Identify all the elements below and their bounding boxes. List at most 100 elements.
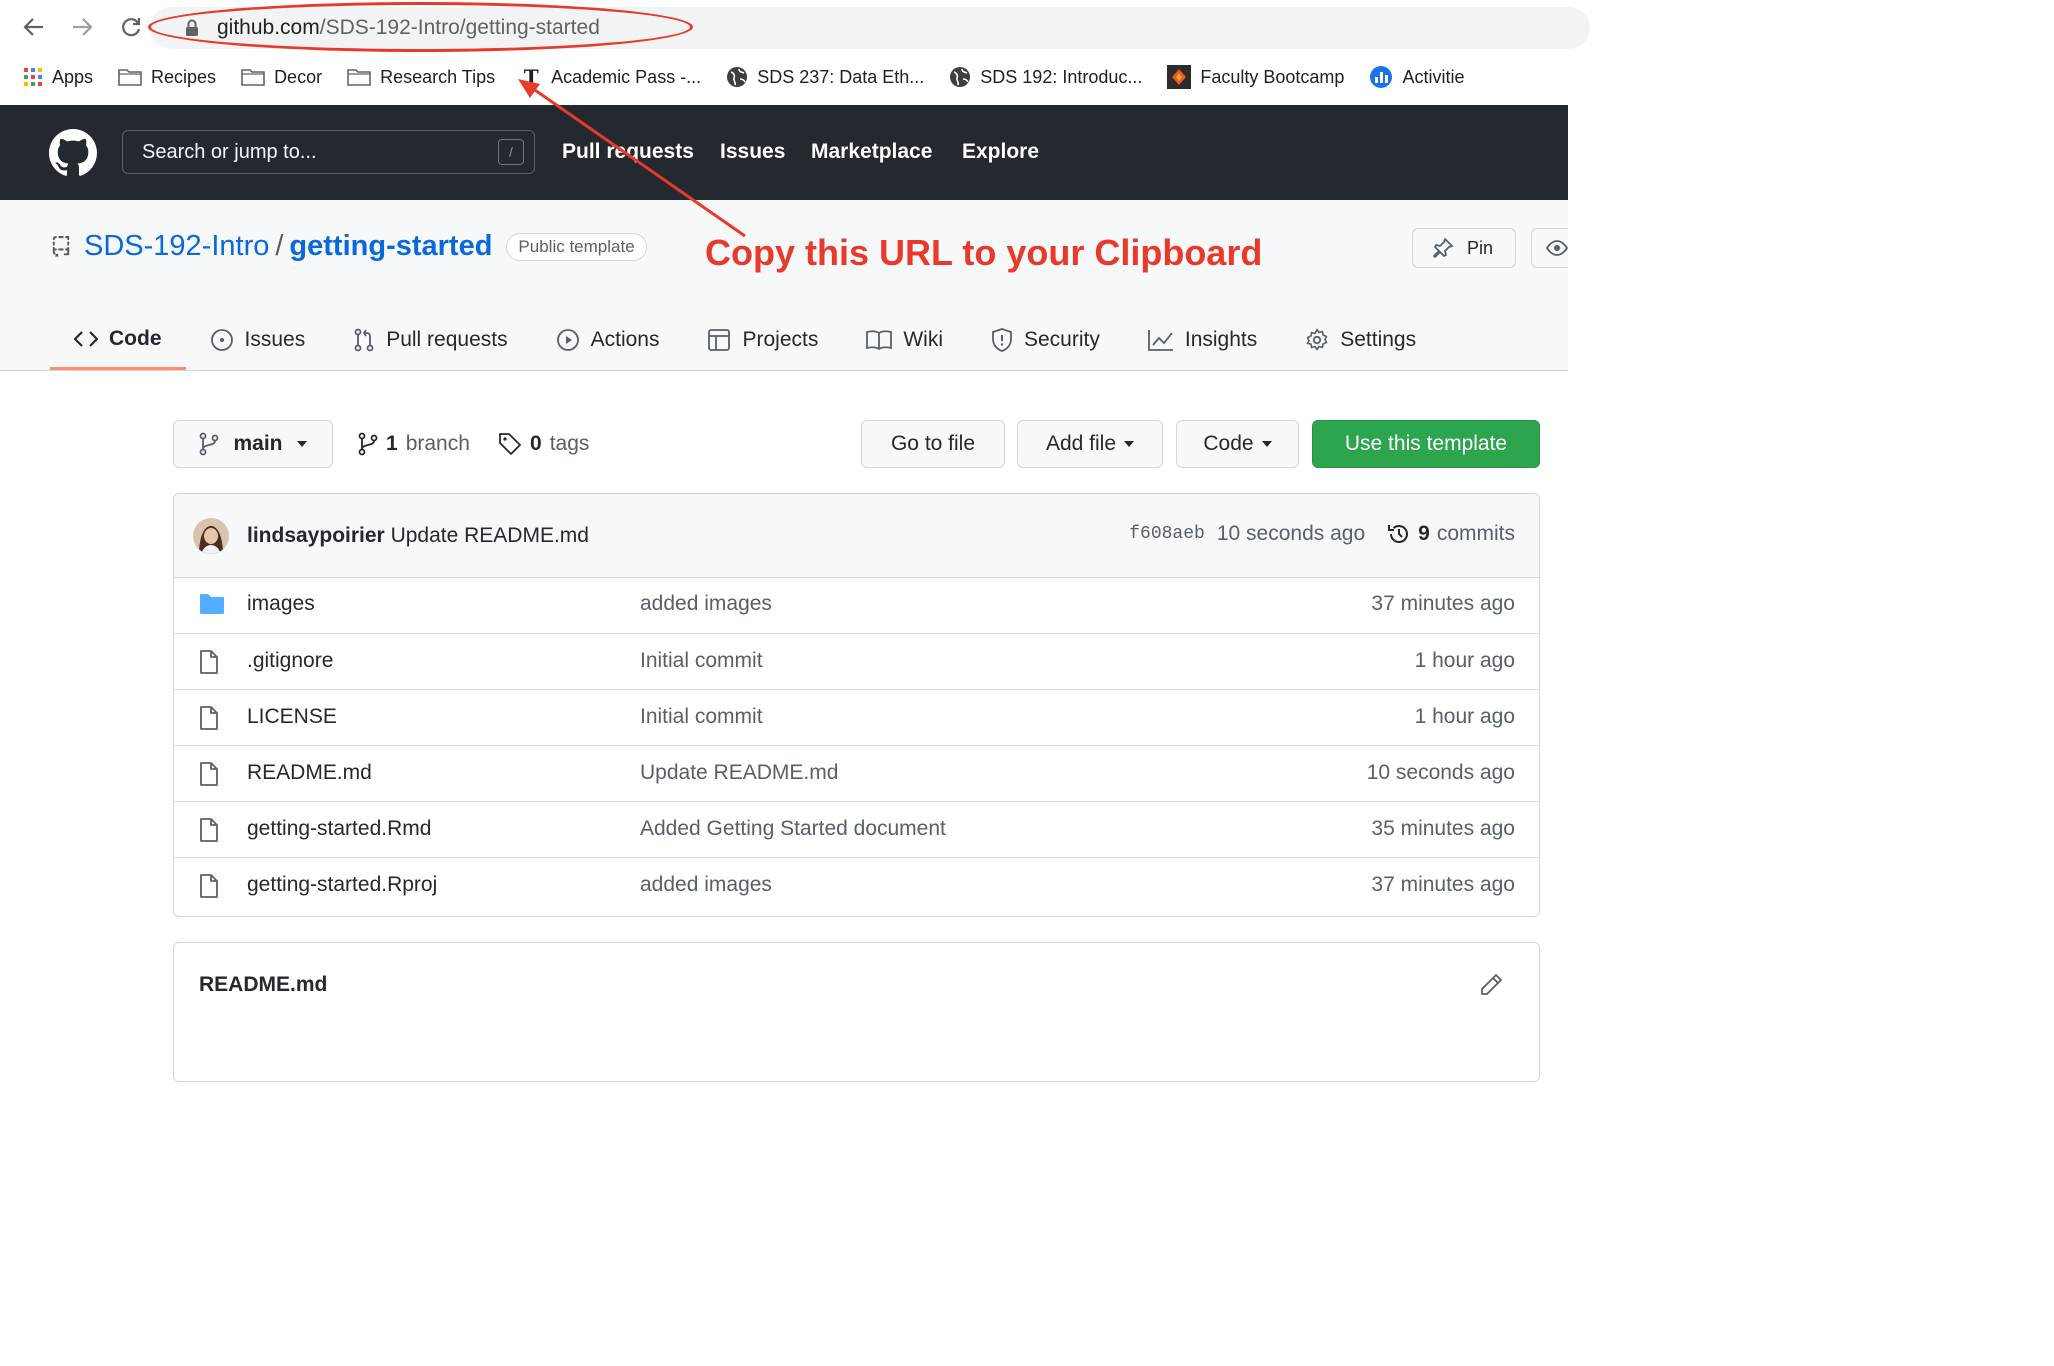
table-icon	[708, 329, 731, 351]
bookmark-label: Recipes	[151, 66, 217, 87]
tab-label: Projects	[742, 328, 819, 351]
search-input[interactable]: Search or jump to... /	[122, 130, 535, 174]
file-commit-message-link[interactable]: Initial commit	[640, 705, 763, 729]
pin-button[interactable]: Pin	[1412, 228, 1516, 268]
file-name-link[interactable]: .gitignore	[247, 649, 333, 673]
file-icon	[200, 706, 218, 730]
tab-issues[interactable]: Issues	[186, 310, 330, 370]
bookmark-research-tips[interactable]: Research Tips	[347, 67, 495, 88]
commit-count: 9	[1418, 522, 1430, 545]
file-age: 37 minutes ago	[1371, 592, 1515, 615]
reload-icon[interactable]	[113, 10, 149, 44]
file-name-link[interactable]: getting-started.Rproj	[247, 873, 437, 897]
commits-link[interactable]: 9 commits	[1387, 522, 1515, 546]
tab-label: Security	[1024, 328, 1100, 351]
file-row[interactable]: getting-started.Rmd Added Getting Starte…	[174, 801, 1539, 857]
breadcrumb: SDS-192-Intro / getting-started Public t…	[50, 230, 647, 263]
file-name-link[interactable]: README.md	[247, 761, 372, 785]
bookmark-label: Research Tips	[380, 66, 496, 87]
header-link-explore[interactable]: Explore	[962, 140, 1039, 164]
bookmark-sds-237[interactable]: SDS 237: Data Eth...	[726, 66, 924, 88]
tab-label: Issues	[244, 328, 306, 351]
tab-label: Actions	[590, 328, 660, 351]
file-name-link[interactable]: images	[247, 592, 315, 616]
commit-author-link[interactable]: lindsaypoirier	[247, 524, 385, 547]
tag-icon	[499, 433, 521, 455]
folder-icon	[200, 594, 224, 614]
bookmark-activities[interactable]: Activitie	[1369, 65, 1464, 89]
folder-icon	[118, 69, 142, 86]
tab-projects[interactable]: Projects	[683, 310, 842, 370]
tab-label: Code	[109, 326, 162, 350]
tab-code[interactable]: Code	[50, 310, 186, 370]
bookmark-apps[interactable]: Apps	[23, 67, 93, 88]
file-row[interactable]: images added images 37 minutes ago	[174, 577, 1539, 633]
bookmark-academic-pass[interactable]: T Academic Pass -...	[520, 65, 702, 89]
repo-template-icon	[52, 235, 70, 257]
file-commit-message-link[interactable]: added images	[640, 873, 772, 897]
branch-select-button[interactable]: main	[173, 420, 333, 468]
header-link-pull-requests[interactable]: Pull requests	[562, 140, 694, 164]
header-link-marketplace[interactable]: Marketplace	[811, 140, 932, 164]
pencil-icon[interactable]	[1479, 973, 1503, 997]
file-commit-message-link[interactable]: Added Getting Started document	[640, 817, 946, 841]
branches-link[interactable]: 1 branch	[358, 432, 470, 456]
branch-count: 1	[386, 432, 398, 455]
file-commit-message-link[interactable]: Initial commit	[640, 649, 763, 673]
branch-name: main	[233, 432, 283, 455]
back-icon[interactable]	[16, 10, 52, 44]
code-dropdown-button[interactable]: Code	[1176, 420, 1299, 468]
commit-sha-link[interactable]: f608aeb	[1129, 524, 1205, 544]
tab-wiki[interactable]: Wiki	[842, 310, 967, 370]
repo-tabs: Code Issues Pull requests Actions Projec…	[50, 310, 1440, 370]
tags-link[interactable]: 0 tags	[498, 432, 589, 456]
file-icon	[200, 762, 218, 786]
use-template-button[interactable]: Use this template	[1312, 420, 1540, 468]
file-name-link[interactable]: getting-started.Rmd	[247, 817, 431, 841]
file-commit-message-link[interactable]: Update README.md	[640, 761, 838, 785]
tab-actions[interactable]: Actions	[532, 310, 684, 370]
pin-icon	[1433, 238, 1453, 258]
caret-down-icon	[296, 441, 307, 447]
file-row[interactable]: getting-started.Rproj added images 37 mi…	[174, 857, 1539, 913]
bookmark-label: Apps	[52, 66, 94, 87]
code-icon	[74, 330, 98, 347]
file-row[interactable]: README.md Update README.md 10 seconds ag…	[174, 745, 1539, 801]
header-link-issues[interactable]: Issues	[720, 140, 785, 164]
tab-settings[interactable]: Settings	[1281, 310, 1440, 370]
folder-icon	[241, 69, 265, 86]
github-logo-icon[interactable]	[49, 129, 97, 182]
file-icon	[200, 818, 218, 842]
bookmark-sds-192[interactable]: SDS 192: Introduc...	[949, 66, 1142, 88]
bookmark-decor[interactable]: Decor	[241, 67, 322, 88]
code-button-label: Code	[1203, 432, 1254, 455]
add-file-button[interactable]: Add file	[1017, 420, 1163, 468]
tab-insights[interactable]: Insights	[1124, 310, 1281, 370]
file-name-link[interactable]: LICENSE	[247, 705, 337, 729]
bookmark-faculty-bootcamp[interactable]: Faculty Bootcamp	[1167, 65, 1344, 89]
file-row[interactable]: LICENSE Initial commit 1 hour ago	[174, 689, 1539, 745]
watch-button[interactable]	[1531, 228, 1568, 268]
file-age: 10 seconds ago	[1366, 761, 1515, 784]
analytics-icon	[1370, 66, 1393, 88]
breadcrumb-separator: /	[275, 230, 284, 262]
annotation-callout: Copy this URL to your Clipboard	[705, 232, 1263, 273]
bookmark-recipes[interactable]: Recipes	[118, 67, 216, 88]
search-placeholder: Search or jump to...	[142, 141, 317, 163]
file-commit-message-link[interactable]: added images	[640, 592, 772, 616]
eye-icon	[1546, 240, 1568, 256]
tab-pull-requests[interactable]: Pull requests	[329, 310, 531, 370]
forward-icon[interactable]	[64, 10, 100, 44]
graph-icon	[1147, 330, 1173, 351]
go-to-file-button[interactable]: Go to file	[861, 420, 1005, 468]
avatar[interactable]	[193, 518, 229, 554]
repo-owner-link[interactable]: SDS-192-Intro	[84, 230, 269, 263]
latest-commit-bar: lindsaypoirier Update README.md f608aeb …	[174, 494, 1539, 578]
repo-name-link[interactable]: getting-started	[289, 230, 492, 263]
commit-message-link[interactable]: Update README.md	[391, 524, 589, 547]
tab-security[interactable]: Security	[967, 310, 1124, 370]
shield-icon	[992, 328, 1012, 352]
tab-label: Wiki	[903, 328, 943, 351]
bookmark-label: Activitie	[1402, 66, 1465, 87]
file-row[interactable]: .gitignore Initial commit 1 hour ago	[174, 633, 1539, 689]
